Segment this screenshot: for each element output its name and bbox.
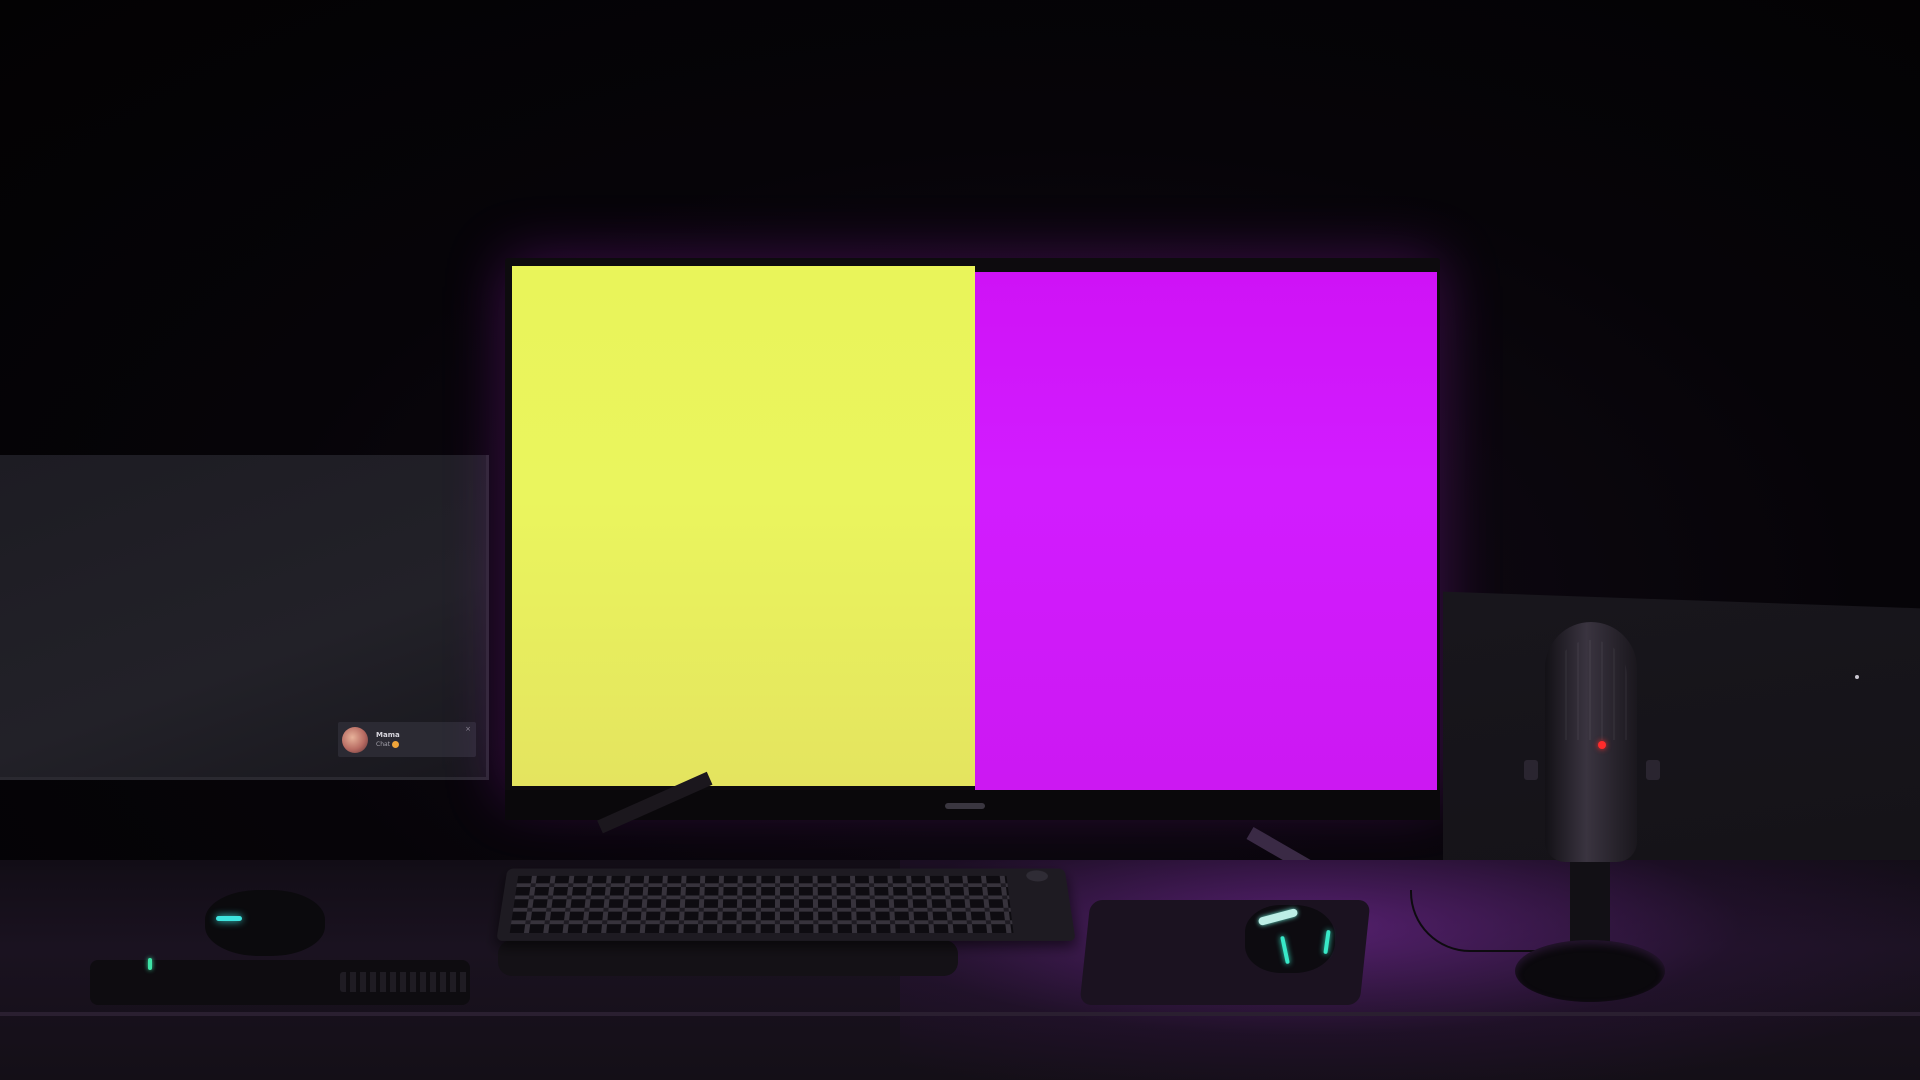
- left-mouse-led-icon: [216, 916, 242, 921]
- volume-knob-icon: [1025, 870, 1049, 882]
- notification-sender: Mama: [376, 730, 400, 739]
- desk-setup-scene: Mama Chat ×: [0, 0, 1920, 1080]
- microphone-base: [1515, 940, 1665, 1002]
- close-icon[interactable]: ×: [465, 725, 471, 733]
- notification-text: Mama Chat: [376, 731, 400, 749]
- microphone-grille: [1555, 640, 1627, 740]
- screen-magenta-half: [975, 272, 1437, 790]
- notification-message: Chat: [376, 740, 400, 749]
- microphone-knob-left-icon: [1524, 760, 1538, 780]
- keyboard-keys: [509, 875, 1014, 933]
- avatar: [342, 726, 368, 753]
- led-indicator-icon: [1598, 741, 1606, 749]
- keyboard-wrist-rest: [498, 940, 958, 976]
- microphone-neck: [1570, 860, 1610, 950]
- right-monitor-cursor-dot: [1855, 675, 1859, 679]
- left-mouse: [205, 890, 325, 956]
- notification-message-text: Chat: [376, 740, 391, 748]
- left-mouse-side-led-icon: [148, 958, 152, 970]
- mousepad-logo-icon: [340, 972, 470, 992]
- desk-edge: [0, 1012, 1920, 1016]
- emoji-icon: [392, 740, 400, 748]
- screen-yellow-half: [512, 266, 975, 786]
- chat-notification-toast[interactable]: Mama Chat ×: [338, 722, 476, 757]
- keyboard: [496, 868, 1076, 941]
- microphone-knob-right-icon: [1646, 760, 1660, 780]
- monitor-logo-icon: [945, 803, 985, 809]
